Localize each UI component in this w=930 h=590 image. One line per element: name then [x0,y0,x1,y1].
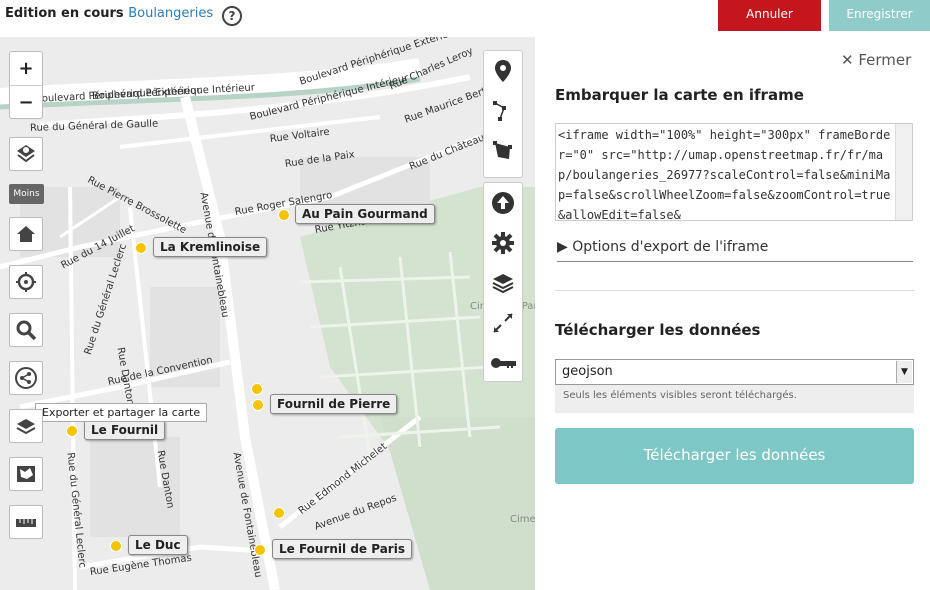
download-title: Télécharger les données [555,321,761,339]
street-label: Cimetière Parisien d'Ivry [510,514,535,525]
title-prefix: Edition en cours [5,6,124,21]
zoom-out-button[interactable]: − [10,86,42,119]
zoom-control: + − [9,51,43,119]
search-icon [16,320,37,341]
poi-marker[interactable] [66,425,78,437]
cancel-button[interactable]: Annuler [718,0,821,31]
embed-title: Embarquer la carte en iframe [555,86,804,104]
settings-button[interactable] [484,223,522,263]
settings-toolbar [483,182,523,382]
locate-button[interactable] [9,265,43,299]
map-icon [17,466,35,482]
export-panel: ✕ Fermer Embarquer la carte en iframe <i… [535,37,930,590]
share-button[interactable] [9,361,43,395]
manage-layers-button[interactable] [484,263,522,303]
page-title: Edition en cours Boulangeries [5,6,213,21]
layers-stack-icon [16,419,36,435]
format-note: Seuls les éléments visibles seront téléc… [555,385,914,413]
format-value: geojson [562,364,613,379]
iframe-code-textarea[interactable]: <iframe width="100%" height="300px" fram… [555,123,913,221]
permissions-button[interactable] [484,343,522,383]
poi-label[interactable]: La Kremlinoise [153,237,268,257]
header-bar: Edition en cours Boulangeries ? Annuler … [0,0,930,38]
map-settings-button[interactable] [9,457,43,491]
map-name-link[interactable]: Boulangeries [128,6,213,21]
poi-label[interactable]: Le Duc [128,535,188,555]
poi-label[interactable]: Au Pain Gourmand [295,204,435,224]
layers-icon [17,145,35,163]
poi-marker[interactable] [278,209,290,221]
home-button[interactable] [9,217,43,251]
close-button[interactable]: ✕ Fermer [841,51,911,69]
gear-icon [492,232,514,254]
save-button[interactable]: Enregistrer [829,0,930,31]
textarea-scrollbar[interactable] [895,124,912,220]
poi-marker[interactable] [135,242,147,254]
triangle-right-icon: ▶ [557,239,568,255]
map-canvas[interactable]: Boulevard Périphérique Extérieur Bouleva… [0,37,535,590]
poi-marker[interactable] [254,544,266,556]
resize-icon [493,313,513,333]
layers-icon [492,274,514,294]
poi-marker[interactable] [273,507,285,519]
layers-stack-button[interactable] [9,409,43,443]
divider [555,290,915,291]
share-icon [15,367,37,389]
measure-button[interactable] [9,505,43,539]
upload-icon [492,192,514,214]
poi-label[interactable]: Fournil de Pierre [270,394,398,414]
home-icon [17,226,35,242]
export-options-label: Options d'export de l'iframe [572,239,769,255]
draw-marker-button[interactable] [484,51,522,91]
poi-marker[interactable] [110,540,122,552]
export-options-toggle[interactable]: ▶ Options d'export de l'iframe [557,239,913,262]
close-icon: ✕ [841,51,854,69]
marker-icon [495,60,511,82]
import-button[interactable] [484,183,522,223]
ruler-icon [16,519,36,527]
polyline-icon [493,101,506,121]
poi-label[interactable]: Le Fournil de Paris [272,539,412,559]
format-select[interactable]: geojson ▼ [555,359,914,385]
locate-icon [16,272,36,292]
draw-line-button[interactable] [484,91,522,131]
poi-label[interactable]: Le Fournil [84,420,166,440]
close-label: Fermer [858,51,912,69]
draw-toolbar [483,50,523,178]
download-button[interactable]: Télécharger les données [555,428,914,484]
polygon-icon [493,141,512,159]
share-tooltip: Exporter et partager la carte [35,403,208,422]
chevron-down-icon: ▼ [896,361,912,383]
search-button[interactable] [9,313,43,347]
poi-marker[interactable] [252,399,264,411]
draw-polygon-button[interactable] [484,131,522,171]
layers-button[interactable] [9,137,43,171]
moins-label[interactable]: Moins [9,184,44,204]
help-icon[interactable]: ? [222,6,242,26]
map-extent-button[interactable] [484,303,522,343]
key-icon [491,358,516,368]
iframe-code-text: <iframe width="100%" height="300px" fram… [558,128,891,221]
poi-marker[interactable] [251,383,263,395]
zoom-in-button[interactable]: + [10,52,42,86]
